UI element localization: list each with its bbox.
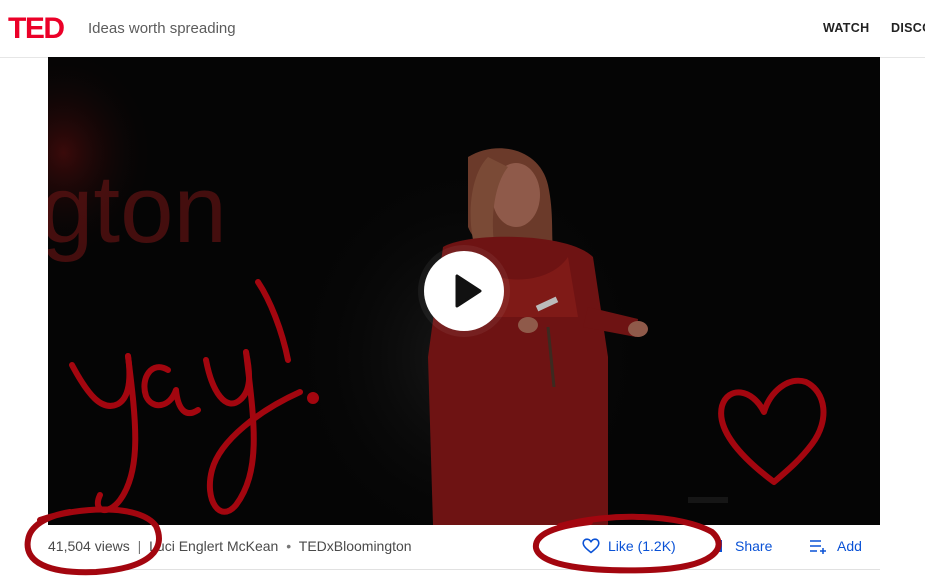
like-label: Like (1.2K) (608, 538, 676, 554)
play-icon (455, 274, 482, 308)
meta-separator: | (137, 538, 142, 554)
ted-logo[interactable]: TED (8, 12, 65, 46)
site-header: TED Ideas worth spreading WATCH DISCO (0, 0, 925, 58)
share-icon (719, 540, 722, 552)
like-button[interactable]: Like (1.2K) (582, 536, 676, 556)
play-button[interactable] (424, 251, 504, 331)
stage-backdrop-text: gton (48, 156, 227, 263)
video-player[interactable]: gton (48, 57, 880, 525)
share-label: Share (735, 538, 773, 554)
share-button[interactable]: Share (717, 536, 772, 556)
event-name[interactable]: TEDxBloomington (299, 538, 412, 554)
add-to-list-button[interactable]: Add (809, 536, 862, 556)
heart-icon (582, 538, 600, 554)
playlist-add-icon (810, 540, 826, 554)
nav-discover[interactable]: DISCO (891, 21, 925, 35)
talk-info-bar: 41,504 views | Luci Englert McKean • TED… (48, 525, 880, 570)
meta-dot: • (286, 538, 292, 554)
talk-meta: 41,504 views | Luci Englert McKean • TED… (48, 538, 412, 554)
speaker-name[interactable]: Luci Englert McKean (149, 538, 278, 554)
view-count: 41,504 views (48, 538, 130, 554)
add-label: Add (837, 538, 862, 554)
tagline: Ideas worth spreading (88, 20, 236, 37)
nav-watch[interactable]: WATCH (823, 21, 869, 35)
